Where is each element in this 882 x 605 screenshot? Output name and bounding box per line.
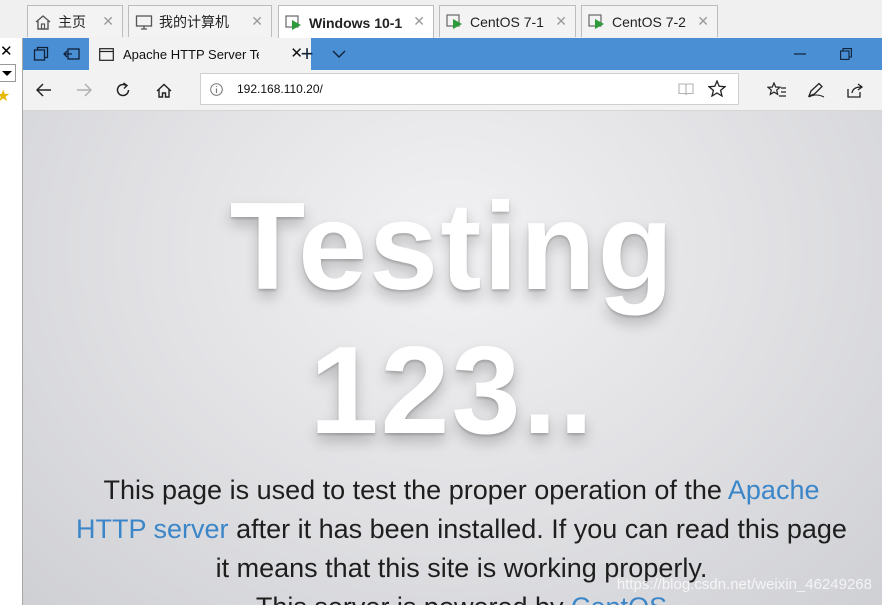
minimize-icon[interactable] [777, 38, 823, 70]
vm-tab-windows-10-1[interactable]: Windows 10-1 ✕ [278, 5, 434, 39]
star-icon: ★ [0, 88, 11, 105]
close-icon[interactable]: ✕ [555, 13, 567, 30]
restore-icon[interactable] [823, 38, 869, 70]
vm-tab-home[interactable]: 主页 ✕ [27, 5, 123, 37]
close-icon[interactable]: ✕ [251, 13, 263, 30]
vm-tab-centos-7-2[interactable]: CentOS 7-2 ✕ [581, 5, 718, 37]
chevron-down-icon[interactable] [325, 42, 353, 66]
address-bar[interactable]: 192.168.110.20/ [200, 73, 739, 105]
close-icon[interactable]: ✕ [697, 13, 709, 30]
close-icon[interactable]: ✕ [413, 13, 425, 30]
vm-tab-my-computer[interactable]: 我的计算机 ✕ [128, 5, 272, 37]
home-icon[interactable] [150, 77, 178, 103]
info-icon[interactable] [210, 83, 223, 101]
library-dropdown[interactable] [0, 64, 16, 82]
refresh-icon[interactable] [109, 77, 137, 103]
description-text: after it has been installed. If you can … [215, 514, 847, 583]
new-tab-plus-icon[interactable]: + [293, 41, 321, 66]
edge-titlebar: Apache HTTP Server Tes ✕ + [23, 38, 882, 70]
hero-heading-line1: Testing [229, 178, 676, 316]
close-icon[interactable]: ✕ [0, 42, 13, 60]
back-arrow-icon[interactable] [30, 77, 58, 103]
tab-apache-test[interactable]: Apache HTTP Server Tes ✕ [89, 38, 311, 70]
url-text[interactable]: 192.168.110.20/ [237, 82, 323, 96]
watermark-text: https://blog.csdn.net/weixin_46249268 [616, 576, 872, 593]
edge-toolbar: 192.168.110.20/ [23, 70, 882, 111]
vm-play-icon [285, 14, 303, 31]
vm-tab-label: 主页 [58, 13, 86, 30]
page-viewport: Testing 123.. This page is used to test … [23, 111, 882, 605]
favorite-star-icon[interactable] [707, 79, 727, 102]
tab-title: Apache HTTP Server Tes [123, 46, 259, 62]
vm-tab-label: CentOS 7-1 [470, 13, 544, 30]
monitor-icon [135, 14, 153, 30]
powered-by-text: This server is powered by [256, 592, 571, 605]
house-icon [34, 14, 52, 30]
vm-tab-label: 我的计算机 [159, 13, 229, 30]
library-panel: ✕ ★ [0, 38, 23, 605]
pen-notes-icon[interactable] [802, 77, 830, 103]
vm-tab-centos-7-1[interactable]: CentOS 7-1 ✕ [439, 5, 576, 37]
favorites-hub-icon[interactable] [763, 77, 791, 103]
vm-tab-label: Windows 10-1 [309, 14, 403, 31]
tab-preview-icon[interactable] [27, 42, 55, 66]
vm-play-icon [446, 13, 464, 30]
page-icon [99, 47, 114, 61]
centos-link[interactable]: CentOS [571, 592, 667, 605]
vm-tab-strip: 主页 ✕ 我的计算机 ✕ Windows 10-1 ✕ CentOS 7-1 ✕… [0, 0, 882, 39]
vm-play-icon [588, 13, 606, 30]
share-icon[interactable] [841, 77, 869, 103]
forward-arrow-icon[interactable] [70, 77, 98, 103]
hero-heading-line2: 123.. [309, 322, 596, 460]
description-text: This page is used to test the proper ope… [103, 475, 722, 505]
reading-view-icon[interactable] [678, 82, 694, 101]
vm-tab-label: CentOS 7-2 [612, 13, 686, 30]
set-aside-tabs-icon[interactable] [58, 42, 86, 66]
close-icon[interactable]: ✕ [102, 13, 114, 30]
